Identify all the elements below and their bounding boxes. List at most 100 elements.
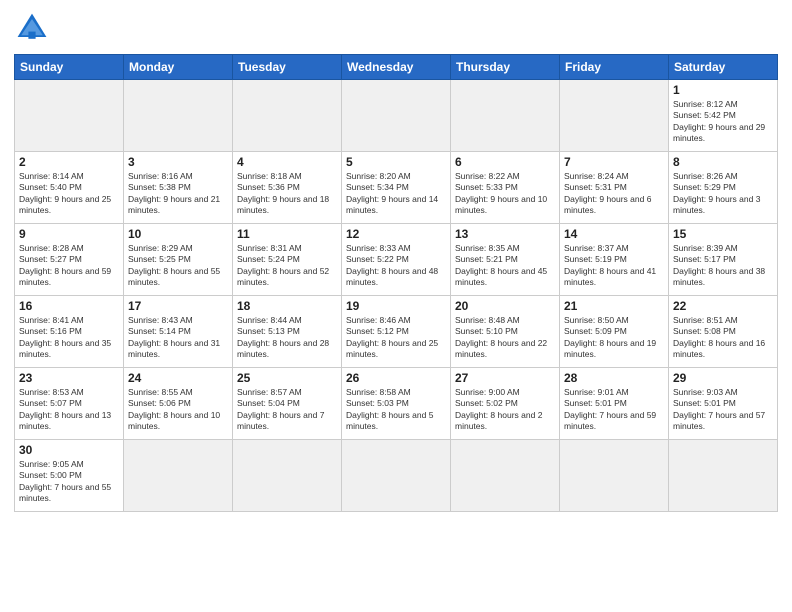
calendar-cell (669, 440, 778, 512)
header (14, 10, 778, 46)
calendar-cell (233, 440, 342, 512)
calendar-cell: 24Sunrise: 8:55 AMSunset: 5:06 PMDayligh… (124, 368, 233, 440)
day-number: 26 (346, 371, 446, 385)
day-number: 21 (564, 299, 664, 313)
calendar-cell (342, 440, 451, 512)
day-info: Sunrise: 8:18 AMSunset: 5:36 PMDaylight:… (237, 171, 337, 217)
header-day-monday: Monday (124, 55, 233, 80)
day-info: Sunrise: 8:24 AMSunset: 5:31 PMDaylight:… (564, 171, 664, 217)
header-day-tuesday: Tuesday (233, 55, 342, 80)
day-info: Sunrise: 8:44 AMSunset: 5:13 PMDaylight:… (237, 315, 337, 361)
calendar-cell (342, 80, 451, 152)
day-number: 8 (673, 155, 773, 169)
day-number: 10 (128, 227, 228, 241)
day-info: Sunrise: 8:20 AMSunset: 5:34 PMDaylight:… (346, 171, 446, 217)
calendar-cell: 9 Sunrise: 8:28 AMSunset: 5:27 PMDaylight… (15, 224, 124, 296)
day-number: 23 (19, 371, 119, 385)
calendar-cell (560, 80, 669, 152)
header-day-sunday: Sunday (15, 55, 124, 80)
day-number: 18 (237, 299, 337, 313)
day-info: Sunrise: 8:31 AMSunset: 5:24 PMDaylight:… (237, 243, 337, 289)
calendar-cell (451, 440, 560, 512)
calendar-cell: 20 Sunrise: 8:48 AMSunset: 5:10 PMDayligh… (451, 296, 560, 368)
calendar-cell: 27 Sunrise: 9:00 AMSunset: 5:02 PMDayligh… (451, 368, 560, 440)
day-info: Sunrise: 8:51 AMSunset: 5:08 PMDaylight:… (673, 315, 773, 361)
calendar-cell: 3Sunrise: 8:16 AMSunset: 5:38 PMDaylight… (124, 152, 233, 224)
calendar-cell: 21Sunrise: 8:50 AMSunset: 5:09 PMDayligh… (560, 296, 669, 368)
calendar-cell: 16Sunrise: 8:41 AMSunset: 5:16 PMDayligh… (15, 296, 124, 368)
calendar-cell: 18 Sunrise: 8:44 AMSunset: 5:13 PMDayligh… (233, 296, 342, 368)
calendar-cell (560, 440, 669, 512)
week-row-3: 16Sunrise: 8:41 AMSunset: 5:16 PMDayligh… (15, 296, 778, 368)
week-row-0: 1Sunrise: 8:12 AMSunset: 5:42 PMDaylight… (15, 80, 778, 152)
day-info: Sunrise: 9:00 AMSunset: 5:02 PMDaylight:… (455, 387, 555, 433)
day-info: Sunrise: 9:03 AMSunset: 5:01 PMDaylight:… (673, 387, 773, 433)
week-row-2: 9 Sunrise: 8:28 AMSunset: 5:27 PMDaylight… (15, 224, 778, 296)
calendar-cell (124, 440, 233, 512)
day-info: Sunrise: 9:01 AMSunset: 5:01 PMDaylight:… (564, 387, 664, 433)
day-info: Sunrise: 8:43 AMSunset: 5:14 PMDaylight:… (128, 315, 228, 361)
logo-icon (14, 10, 50, 46)
day-number: 17 (128, 299, 228, 313)
day-number: 12 (346, 227, 446, 241)
calendar-body: 1Sunrise: 8:12 AMSunset: 5:42 PMDaylight… (15, 80, 778, 512)
calendar-cell: 4 Sunrise: 8:18 AMSunset: 5:36 PMDaylight… (233, 152, 342, 224)
day-info: Sunrise: 8:14 AMSunset: 5:40 PMDaylight:… (19, 171, 119, 217)
calendar-cell (15, 80, 124, 152)
day-number: 11 (237, 227, 337, 241)
day-info: Sunrise: 8:28 AMSunset: 5:27 PMDaylight:… (19, 243, 119, 289)
day-info: Sunrise: 8:55 AMSunset: 5:06 PMDaylight:… (128, 387, 228, 433)
day-number: 2 (19, 155, 119, 169)
calendar-cell: 11 Sunrise: 8:31 AMSunset: 5:24 PMDayligh… (233, 224, 342, 296)
calendar-cell: 5 Sunrise: 8:20 AMSunset: 5:34 PMDaylight… (342, 152, 451, 224)
calendar-header: SundayMondayTuesdayWednesdayThursdayFrid… (15, 55, 778, 80)
calendar-cell: 7Sunrise: 8:24 AMSunset: 5:31 PMDaylight… (560, 152, 669, 224)
calendar-cell: 29 Sunrise: 9:03 AMSunset: 5:01 PMDayligh… (669, 368, 778, 440)
calendar-cell: 14Sunrise: 8:37 AMSunset: 5:19 PMDayligh… (560, 224, 669, 296)
day-number: 15 (673, 227, 773, 241)
day-number: 29 (673, 371, 773, 385)
calendar-cell: 6 Sunrise: 8:22 AMSunset: 5:33 PMDaylight… (451, 152, 560, 224)
day-number: 27 (455, 371, 555, 385)
day-info: Sunrise: 8:46 AMSunset: 5:12 PMDaylight:… (346, 315, 446, 361)
day-number: 4 (237, 155, 337, 169)
calendar: SundayMondayTuesdayWednesdayThursdayFrid… (14, 54, 778, 512)
calendar-cell: 25Sunrise: 8:57 AMSunset: 5:04 PMDayligh… (233, 368, 342, 440)
day-number: 25 (237, 371, 337, 385)
day-info: Sunrise: 8:22 AMSunset: 5:33 PMDaylight:… (455, 171, 555, 217)
day-info: Sunrise: 9:05 AMSunset: 5:00 PMDaylight:… (19, 459, 119, 505)
header-day-thursday: Thursday (451, 55, 560, 80)
calendar-cell: 26 Sunrise: 8:58 AMSunset: 5:03 PMDayligh… (342, 368, 451, 440)
calendar-cell: 17 Sunrise: 8:43 AMSunset: 5:14 PMDayligh… (124, 296, 233, 368)
logo (14, 10, 54, 46)
day-info: Sunrise: 8:58 AMSunset: 5:03 PMDaylight:… (346, 387, 446, 433)
header-day-saturday: Saturday (669, 55, 778, 80)
calendar-cell: 2 Sunrise: 8:14 AMSunset: 5:40 PMDaylight… (15, 152, 124, 224)
page: SundayMondayTuesdayWednesdayThursdayFrid… (0, 0, 792, 612)
day-number: 9 (19, 227, 119, 241)
calendar-cell: 13Sunrise: 8:35 AMSunset: 5:21 PMDayligh… (451, 224, 560, 296)
day-number: 6 (455, 155, 555, 169)
week-row-4: 23Sunrise: 8:53 AMSunset: 5:07 PMDayligh… (15, 368, 778, 440)
day-number: 19 (346, 299, 446, 313)
day-number: 20 (455, 299, 555, 313)
day-info: Sunrise: 8:33 AMSunset: 5:22 PMDaylight:… (346, 243, 446, 289)
day-info: Sunrise: 8:39 AMSunset: 5:17 PMDaylight:… (673, 243, 773, 289)
header-day-friday: Friday (560, 55, 669, 80)
calendar-cell: 23Sunrise: 8:53 AMSunset: 5:07 PMDayligh… (15, 368, 124, 440)
calendar-cell (124, 80, 233, 152)
calendar-cell (451, 80, 560, 152)
day-info: Sunrise: 8:48 AMSunset: 5:10 PMDaylight:… (455, 315, 555, 361)
day-number: 30 (19, 443, 119, 457)
day-info: Sunrise: 8:41 AMSunset: 5:16 PMDaylight:… (19, 315, 119, 361)
day-number: 5 (346, 155, 446, 169)
calendar-cell: 10 Sunrise: 8:29 AMSunset: 5:25 PMDayligh… (124, 224, 233, 296)
day-info: Sunrise: 8:16 AMSunset: 5:38 PMDaylight:… (128, 171, 228, 217)
calendar-cell: 22 Sunrise: 8:51 AMSunset: 5:08 PMDayligh… (669, 296, 778, 368)
calendar-cell: 1Sunrise: 8:12 AMSunset: 5:42 PMDaylight… (669, 80, 778, 152)
day-info: Sunrise: 8:29 AMSunset: 5:25 PMDaylight:… (128, 243, 228, 289)
day-number: 1 (673, 83, 773, 97)
header-day-wednesday: Wednesday (342, 55, 451, 80)
day-number: 22 (673, 299, 773, 313)
header-row: SundayMondayTuesdayWednesdayThursdayFrid… (15, 55, 778, 80)
